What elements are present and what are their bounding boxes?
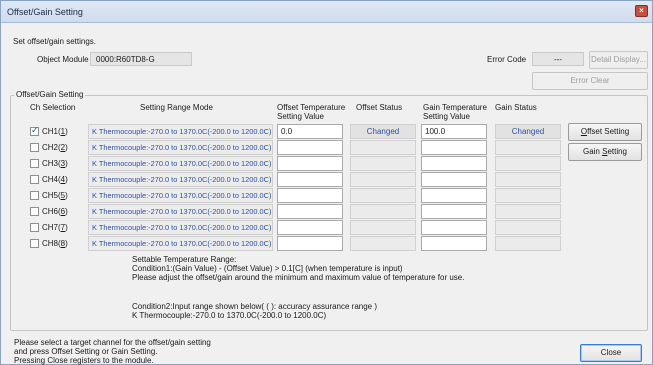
offset-temperature-input[interactable] xyxy=(277,220,343,235)
channel-checkbox[interactable] xyxy=(30,239,39,248)
gain-temperature-input[interactable] xyxy=(421,220,487,235)
offset-temperature-input[interactable] xyxy=(277,204,343,219)
footer-line-1: Please select a target channel for the o… xyxy=(14,338,211,347)
note-line-3: Please adjust the offset/gain around the… xyxy=(132,273,465,282)
close-button-label: Close xyxy=(600,348,622,357)
offset-temperature-input[interactable]: 0.0 xyxy=(277,124,343,139)
offset-temperature-input[interactable] xyxy=(277,156,343,171)
setting-range-mode-cell: K Thermocouple:-270.0 to 1370.0C(-200.0 … xyxy=(88,156,273,171)
header-offset-status: Offset Status xyxy=(356,103,403,112)
note-line-4: Condition2:Input range shown below( ( ):… xyxy=(132,302,378,311)
offset-setting-label: Offset Setting xyxy=(580,127,630,136)
gain-status-cell xyxy=(495,236,561,251)
offset-status-cell: Changed xyxy=(350,124,416,139)
gain-setting-label: Gain Setting xyxy=(582,147,628,156)
offset-temperature-input[interactable] xyxy=(277,188,343,203)
channel-label[interactable]: CH7(7) xyxy=(42,223,68,232)
setting-range-mode-cell: K Thermocouple:-270.0 to 1370.0C(-200.0 … xyxy=(88,124,273,139)
header-offset-temp-line2: Setting Value xyxy=(277,112,324,121)
object-module-label: Object Module xyxy=(37,55,89,64)
gain-temperature-input[interactable] xyxy=(421,172,487,187)
offset-gain-dialog: Offset/Gain Setting × Set offset/gain se… xyxy=(0,0,653,365)
header-gain-status: Gain Status xyxy=(495,103,537,112)
object-module-field: 0000:R60TD8-G xyxy=(90,52,192,66)
offset-status-cell xyxy=(350,156,416,171)
gain-status-cell xyxy=(495,140,561,155)
gain-status-cell xyxy=(495,172,561,187)
group-title: Offset/Gain Setting xyxy=(14,90,86,99)
title-bar: Offset/Gain Setting × xyxy=(1,1,652,23)
offset-status-cell xyxy=(350,140,416,155)
footer-line-3: Pressing Close registers to the module. xyxy=(14,356,154,365)
offset-temperature-input[interactable] xyxy=(277,172,343,187)
gain-temperature-input[interactable]: 100.0 xyxy=(421,124,487,139)
error-clear-label: Error Clear xyxy=(570,76,610,85)
offset-status-cell xyxy=(350,220,416,235)
gain-temperature-input[interactable] xyxy=(421,188,487,203)
channel-label[interactable]: CH5(5) xyxy=(42,191,68,200)
error-code-label: Error Code xyxy=(487,55,527,64)
setting-range-mode-cell: K Thermocouple:-270.0 to 1370.0C(-200.0 … xyxy=(88,236,273,251)
gain-setting-button[interactable]: Gain Setting xyxy=(568,143,642,161)
header-ch-selection: Ch Selection xyxy=(30,103,76,112)
note-line-2: Condition1:(Gain Value) - (Offset Value)… xyxy=(132,264,403,273)
offset-temperature-input[interactable] xyxy=(277,236,343,251)
error-clear-button[interactable]: Error Clear xyxy=(532,72,648,90)
detail-display-button[interactable]: Detail Display... xyxy=(589,51,648,69)
note-line-1: Settable Temperature Range: xyxy=(132,255,237,264)
setting-range-mode-cell: K Thermocouple:-270.0 to 1370.0C(-200.0 … xyxy=(88,172,273,187)
channel-label[interactable]: CH6(6) xyxy=(42,207,68,216)
setting-range-mode-cell: K Thermocouple:-270.0 to 1370.0C(-200.0 … xyxy=(88,140,273,155)
intro-text: Set offset/gain settings. xyxy=(13,37,97,46)
setting-range-mode-cell: K Thermocouple:-270.0 to 1370.0C(-200.0 … xyxy=(88,204,273,219)
offset-status-cell xyxy=(350,204,416,219)
gain-temperature-input[interactable] xyxy=(421,236,487,251)
offset-temperature-input[interactable] xyxy=(277,140,343,155)
header-setting-range-mode: Setting Range Mode xyxy=(140,103,213,112)
window-title: Offset/Gain Setting xyxy=(7,7,83,17)
channel-checkbox[interactable] xyxy=(30,175,39,184)
gain-status-cell xyxy=(495,220,561,235)
header-gain-temp-line2: Setting Value xyxy=(423,112,470,121)
gain-status-cell xyxy=(495,188,561,203)
channel-checkbox[interactable] xyxy=(30,143,39,152)
offset-status-cell xyxy=(350,172,416,187)
channel-label[interactable]: CH8(8) xyxy=(42,239,68,248)
close-window-icon[interactable]: × xyxy=(635,5,648,17)
channel-checkbox[interactable] xyxy=(30,159,39,168)
gain-temperature-input[interactable] xyxy=(421,204,487,219)
channel-checkbox[interactable] xyxy=(30,125,39,136)
note-line-5: K Thermocouple:-270.0 to 1370.0C(-200.0 … xyxy=(132,311,327,320)
error-code-field: --- xyxy=(532,52,584,66)
offset-status-cell xyxy=(350,188,416,203)
close-button[interactable]: Close xyxy=(580,344,642,362)
offset-status-cell xyxy=(350,236,416,251)
setting-range-mode-cell: K Thermocouple:-270.0 to 1370.0C(-200.0 … xyxy=(88,188,273,203)
channel-label[interactable]: CH4(4) xyxy=(42,175,68,184)
channel-label[interactable]: CH3(3) xyxy=(42,159,68,168)
setting-range-mode-cell: K Thermocouple:-270.0 to 1370.0C(-200.0 … xyxy=(88,220,273,235)
gain-status-cell xyxy=(495,156,561,171)
footer-line-2: and press Offset Setting or Gain Setting… xyxy=(14,347,158,356)
channel-checkbox[interactable] xyxy=(30,223,39,232)
offset-setting-button[interactable]: Offset Setting xyxy=(568,123,642,141)
detail-display-label: Detail Display... xyxy=(591,55,646,64)
channel-label[interactable]: CH2(2) xyxy=(42,143,68,152)
gain-status-cell xyxy=(495,204,561,219)
channel-checkbox[interactable] xyxy=(30,191,39,200)
gain-status-cell: Changed xyxy=(495,124,561,139)
gain-temperature-input[interactable] xyxy=(421,140,487,155)
channel-checkbox[interactable] xyxy=(30,207,39,216)
channel-label[interactable]: CH1(1) xyxy=(42,127,68,136)
gain-temperature-input[interactable] xyxy=(421,156,487,171)
